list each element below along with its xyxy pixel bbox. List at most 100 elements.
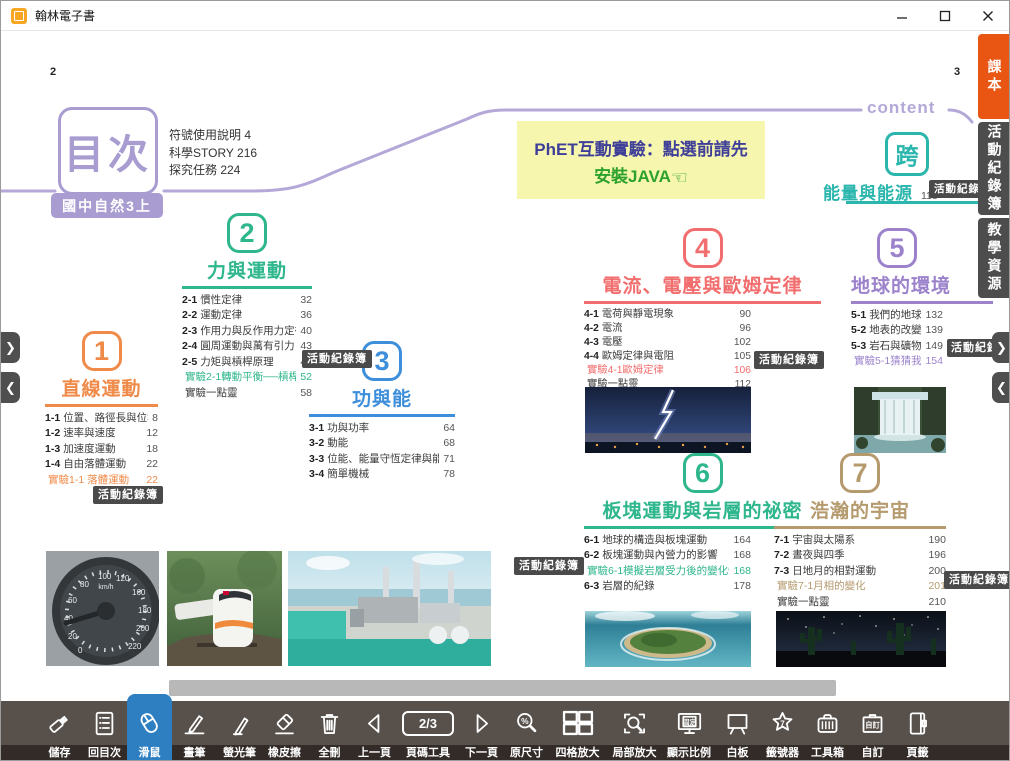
tool-toolbox[interactable]: 工具箱 bbox=[805, 701, 850, 761]
chapter-underline bbox=[309, 414, 455, 417]
toc-item-row[interactable]: 4-4歐姆定律與電阻105 bbox=[584, 350, 751, 364]
chapter-underline bbox=[182, 286, 312, 289]
tool-whiteboard[interactable]: 白板 bbox=[715, 701, 760, 761]
tool-pen[interactable]: 畫筆 bbox=[172, 701, 217, 761]
toc-item-row[interactable]: 6-3岩層的紀錄178 bbox=[584, 579, 751, 595]
tool-custom[interactable]: 自訂自訂 bbox=[850, 701, 895, 761]
toc-item-row[interactable]: 7-3日地月的相對運動200 bbox=[774, 564, 946, 580]
toc-item-row[interactable]: 實驗4-1歐姆定律106 bbox=[584, 364, 751, 378]
window-title: 翰林電子書 bbox=[35, 7, 95, 24]
toc-item-row[interactable]: 實驗7-1月相的變化201 bbox=[774, 579, 946, 595]
cross-unit-badge[interactable]: 跨 bbox=[885, 132, 929, 176]
activity-badge-ch4[interactable]: 活動紀錄簿 bbox=[754, 351, 824, 369]
tool-trash[interactable]: 全刪 bbox=[307, 701, 352, 761]
tool-page-tab[interactable]: 頁籤 bbox=[895, 701, 940, 761]
toc-item-row[interactable]: 3-3位能、能量守恆定律與能源71 bbox=[309, 452, 455, 468]
chapter-number-badge[interactable]: 4 bbox=[683, 228, 723, 268]
toc-item-row[interactable]: 3-4簡單機械78 bbox=[309, 467, 455, 483]
tab-activity-book[interactable]: 活動紀錄簿 bbox=[978, 122, 1010, 215]
tool-label: 籤號器 bbox=[766, 745, 799, 761]
highlighter-icon bbox=[226, 701, 253, 745]
toc-item-row[interactable]: 4-1電荷與靜電現象90 bbox=[584, 308, 751, 322]
toc-item-row[interactable]: 2-5力矩與槓桿原理48 bbox=[182, 355, 312, 371]
tool-page-number[interactable]: 2/3頁碼工具 bbox=[397, 701, 459, 761]
toc-item-row[interactable]: 1-4自由落體運動22 bbox=[45, 457, 158, 473]
toc-subtitle-pill: 國中自然3上 bbox=[51, 193, 163, 218]
trash-icon bbox=[316, 701, 343, 745]
tool-highlighter[interactable]: 螢光筆 bbox=[217, 701, 262, 761]
close-button[interactable] bbox=[966, 1, 1009, 31]
front-matter-item[interactable]: 符號使用說明 4 bbox=[169, 127, 257, 145]
toc-item-row[interactable]: 5-1我們的地球132 bbox=[851, 308, 943, 324]
toc-item-row[interactable]: 實驗2-1轉動平衡──槓桿原理52 bbox=[182, 370, 312, 386]
toc-item-row[interactable]: 4-3電壓102 bbox=[584, 336, 751, 350]
toc-item-row[interactable]: 實驗5-1猜猜我是誰154 bbox=[851, 354, 943, 370]
tool-number-picker[interactable]: 7籤號器 bbox=[760, 701, 805, 761]
chapter-underline bbox=[45, 404, 158, 407]
page-forward-arrow-right-top[interactable]: ❯ bbox=[992, 332, 1010, 363]
toc-item-row[interactable]: 6-1地球的構造與板塊運動164 bbox=[584, 533, 751, 549]
toc-item-row[interactable]: 6-2板塊運動與內營力的影響168 bbox=[584, 548, 751, 564]
activity-badge-ch1[interactable]: 活動紀錄簿 bbox=[93, 486, 163, 504]
toc-item-row[interactable]: 實驗一點靈210 bbox=[774, 595, 946, 611]
toc-item-row[interactable]: 實驗6-1模擬岩層受力後的變化情形168 bbox=[584, 564, 751, 580]
tool-mouse[interactable]: 滑鼠 bbox=[127, 694, 172, 761]
toc-item-row[interactable]: 1-2速率與速度12 bbox=[45, 426, 158, 442]
page-back-arrow-left-bottom[interactable]: ❮ bbox=[1, 372, 20, 403]
toc-item-row[interactable]: 2-4圓周運動與萬有引力43 bbox=[182, 339, 312, 355]
front-matter-item[interactable]: 科學STORY 216 bbox=[169, 145, 257, 163]
power-plant-photo bbox=[288, 551, 491, 666]
chapter-number-badge[interactable]: 6 bbox=[683, 453, 723, 493]
chapter-section: 5 地球的環境 5-1我們的地球1325-2地表的改變與平衡1395-3岩石與礦… bbox=[851, 228, 943, 370]
tool-prev-page[interactable]: 上一頁 bbox=[352, 701, 397, 761]
tool-usb-save[interactable]: 儲存 bbox=[37, 701, 82, 761]
lightning-photo bbox=[585, 387, 751, 453]
page-back-arrow-right-bottom[interactable]: ❮ bbox=[992, 372, 1010, 403]
horizontal-scrollbar[interactable] bbox=[169, 680, 836, 696]
toc-item-row[interactable]: 3-2動能68 bbox=[309, 436, 455, 452]
toc-item-row[interactable]: 3-1功與功率64 bbox=[309, 421, 455, 437]
maximize-button[interactable] bbox=[923, 1, 966, 31]
tool-eraser[interactable]: 橡皮擦 bbox=[262, 701, 307, 761]
toc-item-row[interactable]: 2-2運動定律36 bbox=[182, 308, 312, 324]
tool-label: 自訂 bbox=[862, 745, 884, 761]
front-matter-item[interactable]: 探究任務 224 bbox=[169, 162, 257, 180]
speedometer-photo: km/h 80 100 120 60 40 20 0 160 180 200 2… bbox=[46, 551, 159, 666]
bottom-toolbar: 儲存回目次滑鼠畫筆螢光筆橡皮擦全刪上一頁2/3頁碼工具下一頁%原尺寸四格放大局部… bbox=[1, 701, 1009, 761]
toc-item-row[interactable]: 7-1宇宙與太陽系190 bbox=[774, 533, 946, 549]
toc-item-row[interactable]: 1-3加速度運動18 bbox=[45, 442, 158, 458]
toc-item-row[interactable]: 5-2地表的改變與平衡139 bbox=[851, 323, 943, 339]
activity-badge-ch6[interactable]: 活動紀錄簿 bbox=[514, 557, 584, 575]
tool-display-scale[interactable]: 固定顯示比例 bbox=[663, 701, 715, 761]
chapter-number-badge[interactable]: 2 bbox=[227, 213, 267, 253]
tool-label: 白板 bbox=[727, 745, 749, 761]
tool-label: 全刪 bbox=[319, 745, 341, 761]
chapter-number-badge[interactable]: 7 bbox=[840, 453, 880, 493]
toc-item-row[interactable]: 1-1位置、路徑長與位移8 bbox=[45, 411, 158, 427]
page-forward-arrow-left-top[interactable]: ❯ bbox=[1, 332, 20, 363]
tool-grid-zoom[interactable]: 四格放大 bbox=[549, 701, 606, 761]
toc-item-row[interactable]: 2-1慣性定律32 bbox=[182, 293, 312, 309]
tool-zoom-percent[interactable]: %原尺寸 bbox=[504, 701, 549, 761]
tool-region-zoom[interactable]: 局部放大 bbox=[606, 701, 663, 761]
toc-item-row[interactable]: 4-2電流96 bbox=[584, 322, 751, 336]
tab-teaching-resources[interactable]: 教學資源 bbox=[978, 218, 1010, 298]
toolbox-icon bbox=[814, 701, 841, 745]
tab-textbook[interactable]: 課本 bbox=[978, 34, 1010, 119]
toc-item-row[interactable]: 7-2晝夜與四季196 bbox=[774, 548, 946, 564]
chapter-number-badge[interactable]: 1 bbox=[82, 331, 122, 371]
next-page-icon bbox=[468, 701, 495, 745]
minimize-button[interactable] bbox=[880, 1, 923, 31]
activity-badge-ch7[interactable]: 活動紀錄簿 bbox=[944, 571, 1010, 589]
toc-item-row[interactable]: 2-3作用力與反作用力定律40 bbox=[182, 324, 312, 340]
tool-toc[interactable]: 回目次 bbox=[82, 701, 127, 761]
tool-label: 工具箱 bbox=[811, 745, 844, 761]
phet-notice-line1: PhET互動實驗：點選前請先 bbox=[517, 135, 765, 160]
tool-label: 畫筆 bbox=[184, 745, 206, 761]
chapter-number-badge[interactable]: 5 bbox=[877, 228, 917, 268]
eraser-icon bbox=[271, 701, 298, 745]
activity-badge-ch3[interactable]: 活動紀錄簿 bbox=[302, 350, 372, 368]
toc-item-row[interactable]: 5-3岩石與礦物149 bbox=[851, 339, 943, 355]
toc-item-row[interactable]: 實驗一點靈58 bbox=[182, 386, 312, 402]
tool-next-page[interactable]: 下一頁 bbox=[459, 701, 504, 761]
